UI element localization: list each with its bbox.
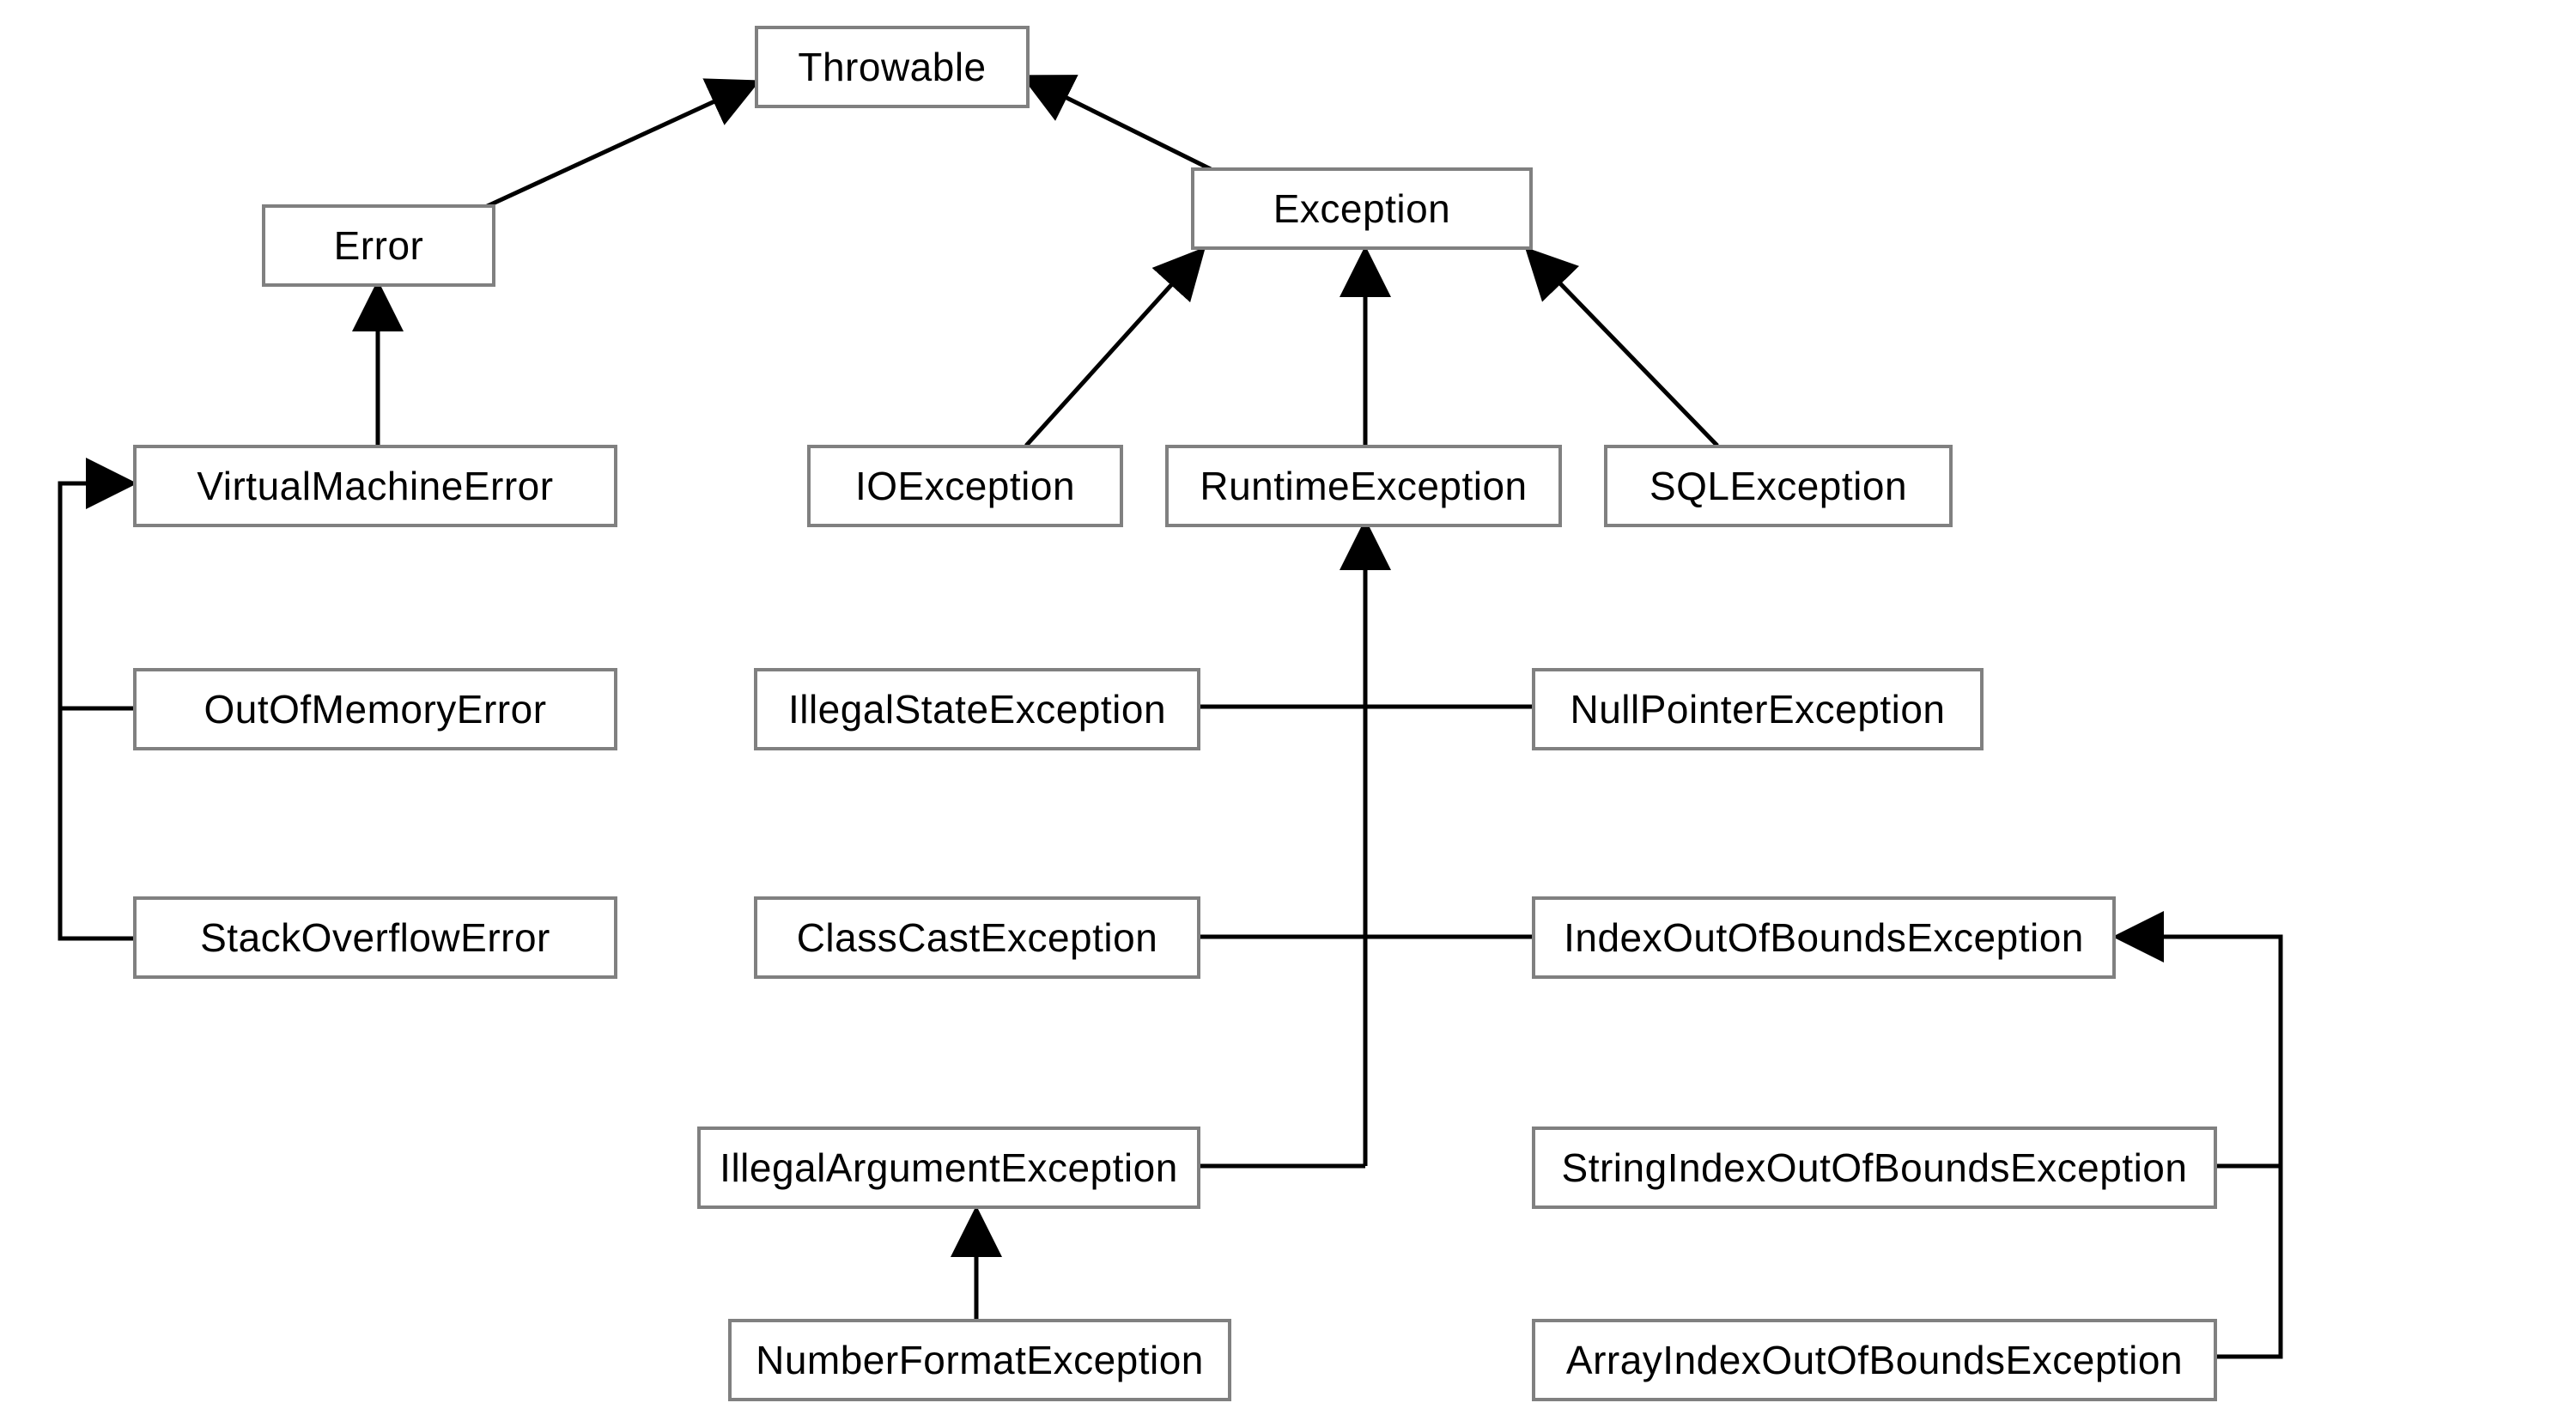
edge-ioe-exception [1026, 251, 1202, 446]
edge-oome-vmerror [60, 483, 133, 708]
node-nfe: NumberFormatException [728, 1319, 1231, 1401]
node-sioobe: StringIndexOutOfBoundsException [1532, 1127, 2217, 1209]
node-label: ClassCastException [797, 914, 1158, 961]
node-label: RuntimeException [1200, 463, 1527, 509]
node-error: Error [262, 204, 495, 287]
node-label: IllegalStateException [788, 686, 1166, 732]
node-ise: IllegalStateException [754, 668, 1200, 750]
node-label: NumberFormatException [756, 1337, 1204, 1383]
node-rte: RuntimeException [1165, 445, 1562, 527]
edge-sqle-exception [1528, 251, 1717, 446]
node-label: OutOfMemoryError [204, 686, 546, 732]
node-throwable: Throwable [755, 26, 1030, 108]
node-label: NullPointerException [1570, 686, 1945, 732]
node-label: StringIndexOutOfBoundsException [1562, 1145, 2188, 1191]
edge-exception-throwable [1025, 77, 1211, 169]
node-label: VirtualMachineError [197, 463, 553, 509]
node-label: StackOverflowError [200, 914, 550, 961]
node-npe: NullPointerException [1532, 668, 1984, 750]
node-iae: IllegalArgumentException [697, 1127, 1200, 1209]
node-label: IOException [855, 463, 1075, 509]
node-cce: ClassCastException [754, 896, 1200, 979]
node-label: SQLException [1649, 463, 1907, 509]
node-label: ArrayIndexOutOfBoundsException [1566, 1337, 2183, 1383]
node-exception: Exception [1191, 167, 1533, 250]
node-label: IndexOutOfBoundsException [1564, 914, 2084, 961]
diagram-canvas: Throwable Error Exception VirtualMachine… [0, 0, 2576, 1415]
node-label: Error [334, 222, 424, 269]
node-label: Exception [1273, 185, 1451, 232]
edge-soe-vmerror [60, 483, 133, 938]
edge-error-throwable [482, 82, 756, 209]
node-label: IllegalArgumentException [720, 1145, 1178, 1191]
node-aioobe: ArrayIndexOutOfBoundsException [1532, 1319, 2217, 1401]
node-label: Throwable [798, 44, 986, 90]
node-ioobe: IndexOutOfBoundsException [1532, 896, 2116, 979]
node-ioe: IOException [807, 445, 1123, 527]
node-vmerror: VirtualMachineError [133, 445, 617, 527]
node-soe: StackOverflowError [133, 896, 617, 979]
node-oome: OutOfMemoryError [133, 668, 617, 750]
edge-sioobe-ioobe [2215, 937, 2281, 1166]
node-sqle: SQLException [1604, 445, 1953, 527]
